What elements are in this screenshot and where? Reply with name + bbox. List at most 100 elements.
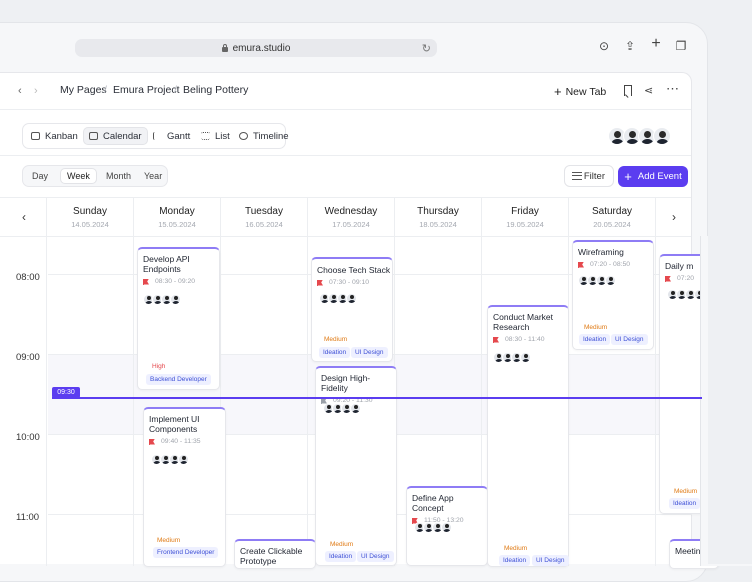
day-header-sunday[interactable]: Sunday 14.05.2024 — [46, 198, 133, 238]
day-header-tuesday[interactable]: Tuesday 16.05.2024 — [220, 198, 307, 238]
priority-badge: Medium — [500, 543, 532, 554]
view-switcher: Kanban Calendar Gantt List Timeline — [22, 123, 289, 149]
day-header-saturday[interactable]: Saturday 20.05.2024 — [568, 198, 655, 238]
priority-badge: Medium — [320, 334, 352, 345]
event-time: 08:30 - 11:40 — [493, 336, 568, 343]
day-header-wednesday[interactable]: Wednesday 17.05.2024 — [307, 198, 394, 238]
current-time-line — [52, 397, 702, 399]
tab-calendar[interactable]: Calendar — [83, 127, 148, 145]
tag-badge: Ideation — [579, 334, 611, 345]
lock-icon — [221, 43, 228, 52]
range-switcher: Day Week Month Year — [22, 165, 168, 187]
day-header-monday[interactable]: Monday 15.05.2024 — [133, 198, 220, 238]
reload-icon[interactable]: ↻ — [422, 42, 431, 55]
time-label: 09:00 — [16, 352, 40, 363]
range-week[interactable]: Week — [60, 168, 97, 184]
plus-icon: + — [624, 169, 632, 184]
event-title: Choose Tech Stack — [317, 265, 391, 275]
breadcrumb: ‹ › My Pages / Emura Project / Beling Po… — [0, 73, 691, 109]
flag-icon — [578, 261, 584, 268]
range-day[interactable]: Day — [26, 168, 54, 184]
event-time: 07:20 - 08:50 — [578, 261, 653, 268]
event-title: Create Clickable Prototype — [240, 546, 303, 566]
list-icon — [201, 132, 210, 140]
event-title: Design High-Fidelity — [321, 373, 371, 393]
day-column — [655, 236, 656, 566]
event-title: Define App Concept — [412, 493, 454, 513]
event-card[interactable]: Conduct Market Research 08:30 - 11:40 Me… — [487, 305, 569, 567]
bookmark-icon[interactable] — [624, 85, 632, 96]
back-arrow-icon[interactable]: ‹ — [18, 85, 22, 97]
tab-timeline[interactable]: Timeline — [234, 127, 294, 145]
next-week-icon[interactable]: › — [672, 210, 676, 224]
tabs-icon[interactable]: ❐ — [674, 39, 688, 53]
tag-badge: Ideation — [499, 555, 531, 566]
avatar — [350, 403, 361, 414]
tag-badge: Ideation — [669, 498, 701, 509]
event-card[interactable]: Choose Tech Stack 07:30 - 09:10 Medium I… — [311, 257, 393, 362]
plus-icon[interactable]: + — [649, 36, 663, 52]
event-title: Develop API Endpoints — [143, 254, 190, 274]
breadcrumb-separator: / — [104, 84, 107, 96]
more-icon[interactable]: ⋯ — [666, 81, 679, 97]
browser-toolbar: emura.studio ↻ ⊙ ⇪ + ❐ — [0, 32, 712, 84]
filter-icon — [572, 172, 582, 180]
tag-badge: Ideation — [325, 551, 357, 562]
divider — [0, 109, 691, 110]
day-header-friday[interactable]: Friday 19.05.2024 — [481, 198, 568, 238]
priority-badge: Medium — [580, 322, 612, 333]
tab-list[interactable]: List — [196, 127, 235, 145]
event-time: 07:30 - 09:10 — [317, 279, 392, 286]
avatar — [170, 294, 181, 305]
forward-arrow-icon[interactable]: › — [34, 85, 38, 97]
breadcrumb-item-my-pages[interactable]: My Pages — [60, 84, 107, 96]
event-card[interactable]: Create Clickable Prototype — [234, 539, 316, 569]
share-icon[interactable]: ⇪ — [623, 39, 637, 53]
calendar-header: ‹ Sunday 14.05.2024 Monday 15.05.2024 Tues… — [0, 197, 691, 238]
time-label: 10:00 — [16, 432, 40, 443]
range-month[interactable]: Month — [100, 168, 137, 184]
range-year[interactable]: Year — [138, 168, 168, 184]
priority-badge: Medium — [153, 535, 185, 546]
avatar — [520, 352, 531, 363]
flag-icon — [665, 275, 671, 282]
day-header-thursday[interactable]: Thursday 18.05.2024 — [394, 198, 481, 238]
avatar — [441, 522, 452, 533]
avatar — [605, 275, 616, 286]
priority-badge: Medium — [670, 486, 702, 497]
flag-icon — [493, 336, 499, 343]
prev-week-icon[interactable]: ‹ — [22, 210, 26, 224]
calendar-icon — [89, 132, 98, 140]
priority-badge: Medium — [326, 539, 358, 550]
time-label: 08:00 — [16, 272, 40, 283]
add-event-button[interactable]: + Add Event — [618, 166, 688, 187]
event-card[interactable]: Implement UI Components 09:40 - 11:35 Me… — [143, 407, 226, 567]
avatar — [653, 127, 671, 145]
current-time-badge: 09:30 — [52, 387, 80, 398]
flag-icon — [149, 438, 155, 445]
event-card[interactable]: Wireframing 07:20 - 08:50 Medium Ideatio… — [572, 240, 654, 350]
tag-badge: UI Design — [611, 334, 648, 345]
address-bar[interactable]: emura.studio ↻ — [75, 39, 437, 57]
new-tab-button[interactable]: + New Tab — [554, 83, 606, 99]
kanban-icon — [31, 132, 40, 140]
tab-gantt[interactable]: Gantt — [148, 127, 195, 145]
tab-kanban[interactable]: Kanban — [26, 127, 83, 145]
download-icon[interactable]: ⊙ — [597, 39, 611, 53]
tag-badge: Backend Developer — [146, 374, 211, 385]
time-label: 11:00 — [16, 512, 40, 523]
day-column — [307, 236, 308, 566]
avatar — [346, 293, 357, 304]
tag-badge: Ideation — [319, 347, 351, 358]
event-card[interactable]: Develop API Endpoints 08:30 - 09:20 High… — [137, 247, 220, 390]
filter-button[interactable]: Filter — [564, 165, 614, 187]
divider — [0, 155, 691, 156]
share-nodes-icon[interactable]: ⋖ — [644, 84, 653, 97]
avatar — [178, 454, 189, 465]
event-card[interactable]: Design High-Fidelity 09:20 - 11:30 Mediu… — [315, 366, 397, 566]
event-card[interactable]: Define App Concept 11:50 - 13:20 — [406, 486, 488, 566]
breadcrumb-item-project[interactable]: Emura Project — [113, 84, 180, 96]
breadcrumb-item-page[interactable]: Beling Pottery — [183, 84, 248, 96]
breadcrumb-separator: / — [174, 84, 177, 96]
event-title: Implement UI Components — [149, 414, 200, 434]
